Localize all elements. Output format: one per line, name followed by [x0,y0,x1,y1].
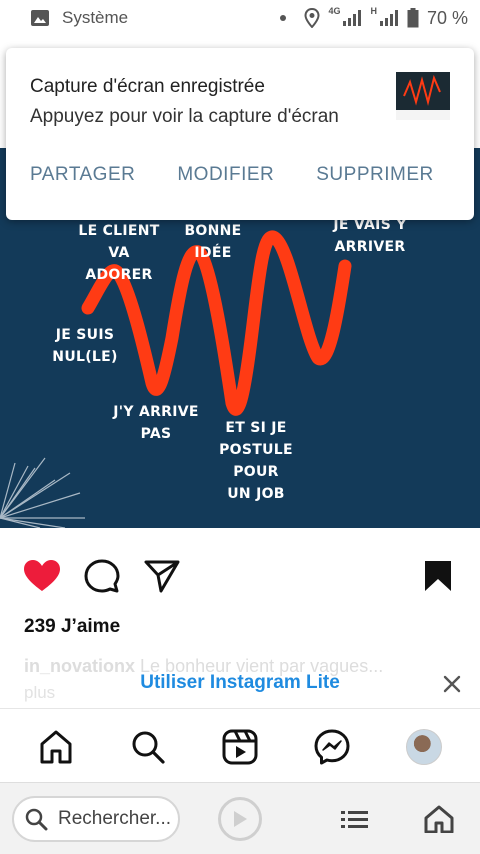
search-icon [132,731,165,764]
label-vais-y-arriver: JE VAIS Y ARRIVER [333,217,407,255]
comment-button[interactable] [82,556,122,596]
share-post-button[interactable] [142,556,182,596]
screenshot-notification[interactable]: Capture d'écran enregistrée Appuyez pour… [6,48,474,220]
label-postule: ET SI JE POSTULE POUR UN JOB [219,420,293,502]
use-instagram-lite-link[interactable]: Utiliser Instagram Lite [0,672,480,694]
play-button[interactable] [218,797,262,841]
notification-dot [280,15,287,21]
like-button[interactable] [22,556,62,596]
notification-title: Capture d'écran enregistrée [30,76,265,97]
signal-icon [343,10,362,26]
label-nul: JE SUIS NUL(LE) [52,327,118,365]
instagram-lite-banner: Utiliser Instagram Lite [0,660,480,706]
delete-button[interactable]: SUPPRIMER [316,164,433,186]
location-icon [304,8,320,28]
comment-icon [84,559,120,593]
bookmark-icon [425,561,451,591]
likes-count[interactable]: 239 J’aime [24,616,120,638]
screenshot-thumbnail[interactable] [396,72,450,110]
nav-search[interactable] [128,727,168,767]
reels-icon [222,729,258,765]
nav-reels[interactable] [220,727,260,767]
thumbnail-wave [403,74,441,106]
browser-search-field[interactable]: Rechercher... [12,796,180,842]
label-bonne-idee: BONNE IDÉE [184,223,242,261]
label-client: LE CLIENT VA ADORER [78,223,160,283]
browser-search-placeholder: Rechercher... [58,808,171,829]
share-button[interactable]: PARTAGER [30,164,135,186]
battery-level: 70 % [426,7,468,28]
status-bar: Système 4G H 70 % [0,0,480,36]
edit-button[interactable]: MODIFIER [177,164,274,186]
nav-messenger[interactable] [312,727,352,767]
home-icon[interactable] [424,805,454,833]
messenger-icon [314,729,350,765]
notification-subtitle: Appuyez pour voir la capture d'écran [30,106,339,127]
instagram-nav [0,708,480,782]
thumbnail-strip [396,110,450,120]
image-icon [31,10,49,26]
sunburst-decoration [0,457,85,528]
save-button[interactable] [418,556,458,596]
signal-icon-2 [379,10,398,26]
nav-profile[interactable] [404,727,444,767]
list-icon[interactable] [340,805,370,833]
network-type-label: 4G [328,5,341,16]
home-icon [40,730,72,764]
network-type-label-2: H [370,5,377,16]
nav-home[interactable] [36,727,76,767]
status-app-label: Système [62,8,129,27]
label-arrive-pas: J'Y ARRIVE PAS [113,404,199,442]
close-icon[interactable] [441,673,463,695]
search-icon [25,808,48,831]
browser-bar: Rechercher... [0,782,480,854]
post-actions [0,548,480,602]
heart-icon [24,560,60,591]
avatar [406,729,442,765]
notification-actions: PARTAGER MODIFIER SUPPRIMER [30,164,434,186]
battery-icon [407,8,419,28]
play-icon [234,811,247,827]
status-indicators: 4G H 70 % [280,5,468,29]
send-icon [144,560,180,593]
